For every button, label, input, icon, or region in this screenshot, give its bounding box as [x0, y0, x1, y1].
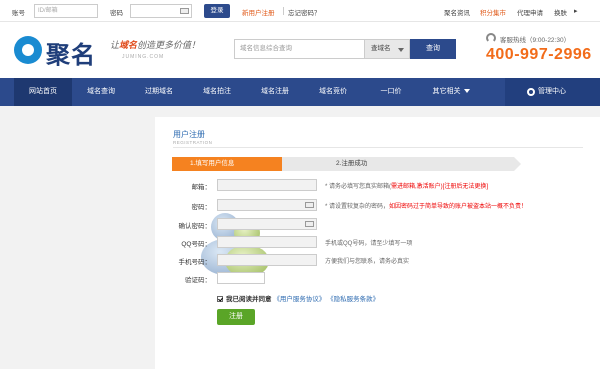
main-nav: 网站首页 域名查询 过期域名 域名拍注 域名注册 域名竞价 一口价 其它相关 管… — [0, 78, 600, 106]
slogan-post: 创造更多价值！ — [137, 40, 201, 50]
email-hint-pre: * 请务必填写您真实邮箱( — [325, 184, 392, 190]
password-hint-pre: * 请设置较复杂的密码， — [325, 204, 390, 210]
qq-field[interactable] — [217, 236, 317, 248]
keyboard-icon[interactable] — [305, 202, 314, 208]
search-input[interactable]: 域名信息综合查询 — [234, 39, 364, 59]
captcha-field[interactable] — [217, 272, 265, 284]
step-2: 2.注册成功 — [282, 157, 521, 171]
nav-item-register[interactable]: 域名注册 — [246, 78, 304, 106]
captcha-label: 验证码： — [185, 277, 211, 284]
keyboard-icon[interactable] — [305, 221, 314, 227]
management-label: 管理中心 — [538, 88, 566, 95]
progress-steps: 1.填写用户信息 2.注册成功 — [172, 157, 521, 171]
qq-hint: 手机或QQ号码，请至少填写一项 — [325, 241, 413, 247]
password-hint: * 请设置较复杂的密码，如因密码过于简单导致的账户被盗本站一概不负责！ — [325, 201, 527, 210]
chevron-down-icon — [398, 48, 404, 52]
password-hint-red: 如因密码过于简单导致的账户被盗本站一概不负责！ — [389, 204, 528, 210]
nav-item-bidding[interactable]: 域名竞价 — [304, 78, 362, 106]
news-link[interactable]: 聚名资讯 — [444, 7, 470, 17]
password-input[interactable] — [130, 4, 192, 18]
nav-item-fixed-price[interactable]: 一口价 — [362, 78, 420, 106]
skin-link[interactable]: 换肤 — [554, 7, 567, 17]
email-hint-red: 需进邮箱,激活账户)[注册后无法更换] — [391, 184, 489, 190]
keyboard-icon[interactable] — [180, 8, 189, 14]
hotline-number: 400-997-2996 — [486, 46, 592, 63]
mobile-label: 手机号码： — [178, 259, 212, 266]
nav-item-domain-query[interactable]: 域名查询 — [72, 78, 130, 106]
headset-icon — [486, 33, 496, 43]
register-button[interactable]: 注册 — [217, 309, 255, 325]
points-mall-link[interactable]: 积分集市 — [480, 7, 506, 17]
divider — [173, 147, 583, 148]
header: 聚名 让域名创造更多价值！ JUMING.COM 域名信息综合查询 查域名 查询… — [0, 22, 600, 78]
logo-text[interactable]: 聚名 — [46, 35, 96, 70]
user-agreement-link[interactable]: 《用户服务协议》 — [273, 296, 325, 303]
agreement-row: 我已阅读并同意 《用户服务协议》 《隐私服务条款》 — [217, 293, 379, 303]
email-hint: * 请务必填写您真实邮箱(需进邮箱,激活账户)[注册后无法更换] — [325, 181, 488, 190]
gear-icon — [527, 88, 535, 96]
slogan-highlight: 域名 — [119, 40, 138, 50]
registration-card: 用户注册 REGISTRATION 1.填写用户信息 2.注册成功 邮箱： * … — [155, 117, 600, 369]
search-button[interactable]: 查询 — [410, 39, 456, 59]
logo-icon[interactable] — [14, 36, 42, 64]
page-title: 用户注册 — [173, 130, 205, 139]
domain-sub: JUMING.COM — [122, 54, 165, 60]
nav-item-other[interactable]: 其它相关 — [420, 78, 482, 106]
confirm-password-field[interactable] — [217, 218, 317, 230]
nav-item-expired[interactable]: 过期域名 — [130, 78, 188, 106]
skin-toggle-icon[interactable]: ▸ — [574, 7, 578, 15]
management-center[interactable]: 管理中心 — [505, 78, 600, 106]
nav-item-other-label: 其它相关 — [432, 88, 461, 95]
password-label: 密码 — [110, 10, 123, 17]
hotline-label: 客服热线（9:00-22:30） — [500, 37, 571, 44]
agree-text: 我已阅读并同意 — [226, 296, 272, 303]
nav-item-auction-register[interactable]: 域名拍注 — [188, 78, 246, 106]
privacy-terms-link[interactable]: 《隐私服务条款》 — [327, 296, 379, 303]
agree-checkbox[interactable] — [217, 296, 223, 303]
login-button[interactable]: 登录 — [204, 4, 230, 18]
password-label: 密码： — [191, 204, 212, 211]
email-label: 邮箱： — [191, 184, 212, 191]
agent-apply-link[interactable]: 代理申请 — [517, 7, 543, 17]
chevron-down-icon — [463, 89, 470, 94]
password-field[interactable] — [217, 199, 317, 211]
divider — [283, 7, 284, 15]
account-input[interactable]: ID/邮箱 — [34, 4, 98, 18]
forgot-password-link[interactable]: 忘记密码？ — [288, 7, 321, 17]
step-1: 1.填写用户信息 — [172, 157, 289, 171]
qq-label: QQ号码： — [181, 241, 211, 248]
page-subtitle: REGISTRATION — [173, 140, 213, 145]
mobile-field[interactable] — [217, 254, 317, 266]
slogan: 让域名创造更多价值！ — [110, 38, 200, 51]
mobile-hint: 方便我们与您联系，请务必真实 — [325, 259, 410, 265]
register-link[interactable]: 新用户注册 — [242, 7, 275, 17]
slogan-pre: 让 — [110, 40, 120, 50]
search-type-select[interactable]: 查域名 — [364, 39, 410, 59]
search-type-label: 查域名 — [371, 45, 391, 52]
account-label: 账号 — [12, 10, 25, 17]
email-field[interactable] — [217, 179, 317, 191]
confirm-password-label: 确认密码： — [178, 223, 212, 230]
nav-item-home[interactable]: 网站首页 — [14, 78, 72, 106]
top-bar: 账号 ID/邮箱 密码 登录 新用户注册 忘记密码？ 聚名资讯 积分集市 代理申… — [0, 0, 600, 22]
